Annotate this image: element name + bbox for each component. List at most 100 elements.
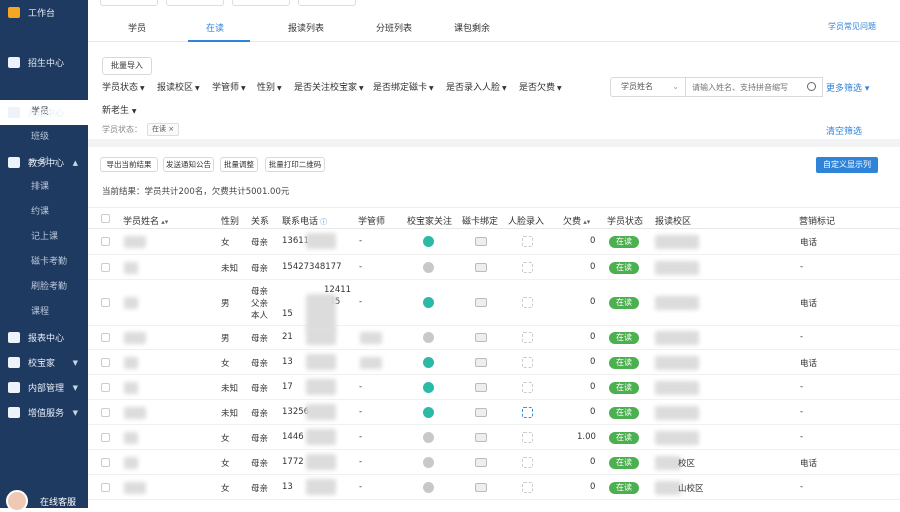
sidebar-item[interactable]: 校宝家 ▼ xyxy=(0,350,88,375)
row-checkbox[interactable] xyxy=(101,262,110,272)
table-row[interactable]: 女 母亲 13611 - 0 在读 电话 xyxy=(88,229,900,255)
sidebar-item[interactable]: 工作台 xyxy=(0,0,88,25)
row-checkbox[interactable] xyxy=(101,333,110,342)
filter-dropdown[interactable]: 是否关注校宝家 ▼ xyxy=(294,80,364,93)
column-header[interactable]: 联系电话 ⓘ xyxy=(282,214,327,227)
manager-cell: - xyxy=(359,406,363,417)
gender-cell: 男 xyxy=(221,299,230,309)
tab-1[interactable]: 在读 xyxy=(206,21,224,34)
caret-down-icon: ▼ xyxy=(502,85,507,92)
search-input[interactable] xyxy=(685,77,823,97)
manager-cell: - xyxy=(359,236,363,246)
table-row[interactable]: 未知 母亲 13256 - 0 在读 - xyxy=(88,400,900,425)
table-row[interactable]: 未知 母亲 17 - 0 在读 - xyxy=(88,375,900,400)
filter-dropdown[interactable]: 是否绑定磁卡 ▼ xyxy=(373,80,434,93)
sidebar-subitem[interactable]: 磁卡考勤 xyxy=(0,250,88,275)
phone-cell: 17 xyxy=(282,381,293,392)
row-checkbox[interactable] xyxy=(101,407,110,417)
student-name-blurred xyxy=(124,236,146,248)
caret-down-icon: ▼ xyxy=(195,85,200,92)
faq-link[interactable]: 学员常见问题 xyxy=(828,21,876,32)
sidebar-item[interactable]: 招生中心 xyxy=(0,50,88,75)
table-row[interactable]: 男 母亲 21 0 在读 - xyxy=(88,326,900,350)
row-checkbox[interactable] xyxy=(101,298,110,307)
sidebar-subitem[interactable]: 班级 xyxy=(0,125,88,150)
status-badge: 在读 xyxy=(609,356,639,369)
table-row[interactable]: 女 母亲 1446 - 1.00 在读 - xyxy=(88,425,900,450)
sort-icon[interactable]: ▴▾ xyxy=(581,218,590,226)
online-service[interactable]: 在线客服 xyxy=(6,490,76,512)
select-all-checkbox[interactable] xyxy=(101,214,110,223)
custom-columns-button[interactable]: 自定义显示列 xyxy=(816,157,878,173)
more-filters-link[interactable]: 更多筛选 ▾ xyxy=(826,81,869,94)
action-button[interactable]: 批量调整 xyxy=(220,157,258,172)
relation-cell: 母亲 xyxy=(251,383,269,394)
table-row[interactable]: 男母亲父亲本人1241144515-0在读电话 xyxy=(88,280,900,332)
sidebar-item[interactable]: 增值服务 ▼ xyxy=(0,400,88,425)
face-entry-icon xyxy=(522,297,533,308)
caret-down-icon: ▼ xyxy=(277,85,282,92)
row-checkbox[interactable] xyxy=(101,357,110,367)
filter-label: 是否录入人脸 xyxy=(446,83,501,93)
action-button[interactable]: 批量打印二维码 xyxy=(265,157,325,172)
sidebar-subitem[interactable]: 排课 xyxy=(0,175,88,200)
filter-dropdown[interactable]: 是否欠费 ▼ xyxy=(519,80,562,93)
phone-cell: 15 xyxy=(282,309,293,319)
filter-label: 是否绑定磁卡 xyxy=(373,83,428,93)
sidebar-subitem[interactable]: 约课 xyxy=(0,200,88,225)
sidebar-item[interactable]: 办理中心 xyxy=(0,100,88,125)
column-header: 学员状态 xyxy=(607,214,643,227)
table-header: 学员姓名 ▴▾ 性别 关系 联系电话 ⓘ 学管师 校宝家关注 磁卡绑定 人脸录入 欠费 ▴▾ 学员… xyxy=(88,207,900,229)
student-name-blurred xyxy=(124,356,138,369)
marketing-mark-cell: - xyxy=(800,481,804,492)
phone-cell: 13611 xyxy=(282,236,310,246)
sidebar-subitem[interactable]: 课程 xyxy=(0,300,88,325)
row-checkbox[interactable] xyxy=(101,457,110,467)
sidebar-item[interactable]: 内部管理 ▼ xyxy=(0,375,88,400)
status-badge: 在读 xyxy=(609,297,639,309)
column-header[interactable]: 学员姓名 ▴▾ xyxy=(123,214,168,227)
tab-3[interactable]: 分班列表 xyxy=(376,21,412,34)
campus-cell: 校区 xyxy=(678,458,696,469)
action-button[interactable]: 发送通知公告 xyxy=(163,157,214,172)
table-row[interactable]: 未知 母亲 15427348177 - 0 在读 - xyxy=(88,255,900,280)
sidebar-item[interactable]: 教务中心 ▲ xyxy=(0,150,88,175)
search-field-select[interactable]: 学员姓名 ⌄ xyxy=(610,77,686,97)
column-header[interactable]: 欠费 ▴▾ xyxy=(563,214,590,227)
card-binding-icon xyxy=(475,407,487,417)
column-header-label: 性别 xyxy=(221,217,240,227)
row-checkbox[interactable] xyxy=(101,382,110,392)
sort-icon[interactable]: ▴▾ xyxy=(159,218,168,226)
column-header-label: 学管师 xyxy=(358,217,386,227)
marketing-mark-cell: 电话 xyxy=(800,238,818,248)
sidebar-item[interactable]: 报表中心 xyxy=(0,325,88,350)
new-student-filter[interactable]: 新老生 ▼ xyxy=(102,103,137,116)
sidebar-subitem[interactable]: 刷脸考勤 xyxy=(0,275,88,300)
status-filter-tag[interactable]: 在读 × xyxy=(147,123,180,136)
tab-2[interactable]: 报读列表 xyxy=(288,21,324,34)
action-button[interactable]: 导出当前结果 xyxy=(100,157,158,172)
filter-dropdown[interactable]: 学管师 ▼ xyxy=(212,80,246,93)
filter-dropdown[interactable]: 报读校区 ▼ xyxy=(157,80,200,93)
row-checkbox[interactable] xyxy=(101,482,110,492)
row-checkbox[interactable] xyxy=(101,432,110,442)
wechat-follow-icon xyxy=(423,431,434,443)
batch-import-button[interactable]: 批量导入 xyxy=(102,57,152,75)
tab-4[interactable]: 课包剩余 xyxy=(454,21,490,34)
filter-dropdown[interactable]: 学员状态 ▼ xyxy=(102,80,145,93)
table-row[interactable]: 女 母亲 13 0 在读 电话 xyxy=(88,350,900,375)
clear-filters-link[interactable]: 清空筛选 xyxy=(826,124,862,137)
table-row[interactable]: 女 母亲 13 - 0 在读 山校区 - xyxy=(88,475,900,500)
sidebar-subitem[interactable]: 记上课 xyxy=(0,225,88,250)
tab-0[interactable]: 学员 xyxy=(128,21,146,34)
filter-dropdown[interactable]: 是否录入人脸 ▼ xyxy=(446,80,507,93)
table-row[interactable]: 女 母亲 1772 - 0 在读 校区 电话 xyxy=(88,450,900,475)
main-content: 学员 在读 报读列表 分班列表 课包剩余 学员常见问题 批量导入 学员状态 ▼ 报读校区 ▼ 学管… xyxy=(88,0,900,508)
service-avatar xyxy=(6,490,28,512)
relation-cell: 母亲 xyxy=(251,287,269,297)
gender-cell: 未知 xyxy=(221,383,239,394)
gender-cell: 女 xyxy=(221,483,230,494)
filter-dropdown[interactable]: 性别 ▼ xyxy=(257,80,282,93)
search-icon[interactable] xyxy=(807,82,816,91)
row-checkbox[interactable] xyxy=(101,237,110,246)
